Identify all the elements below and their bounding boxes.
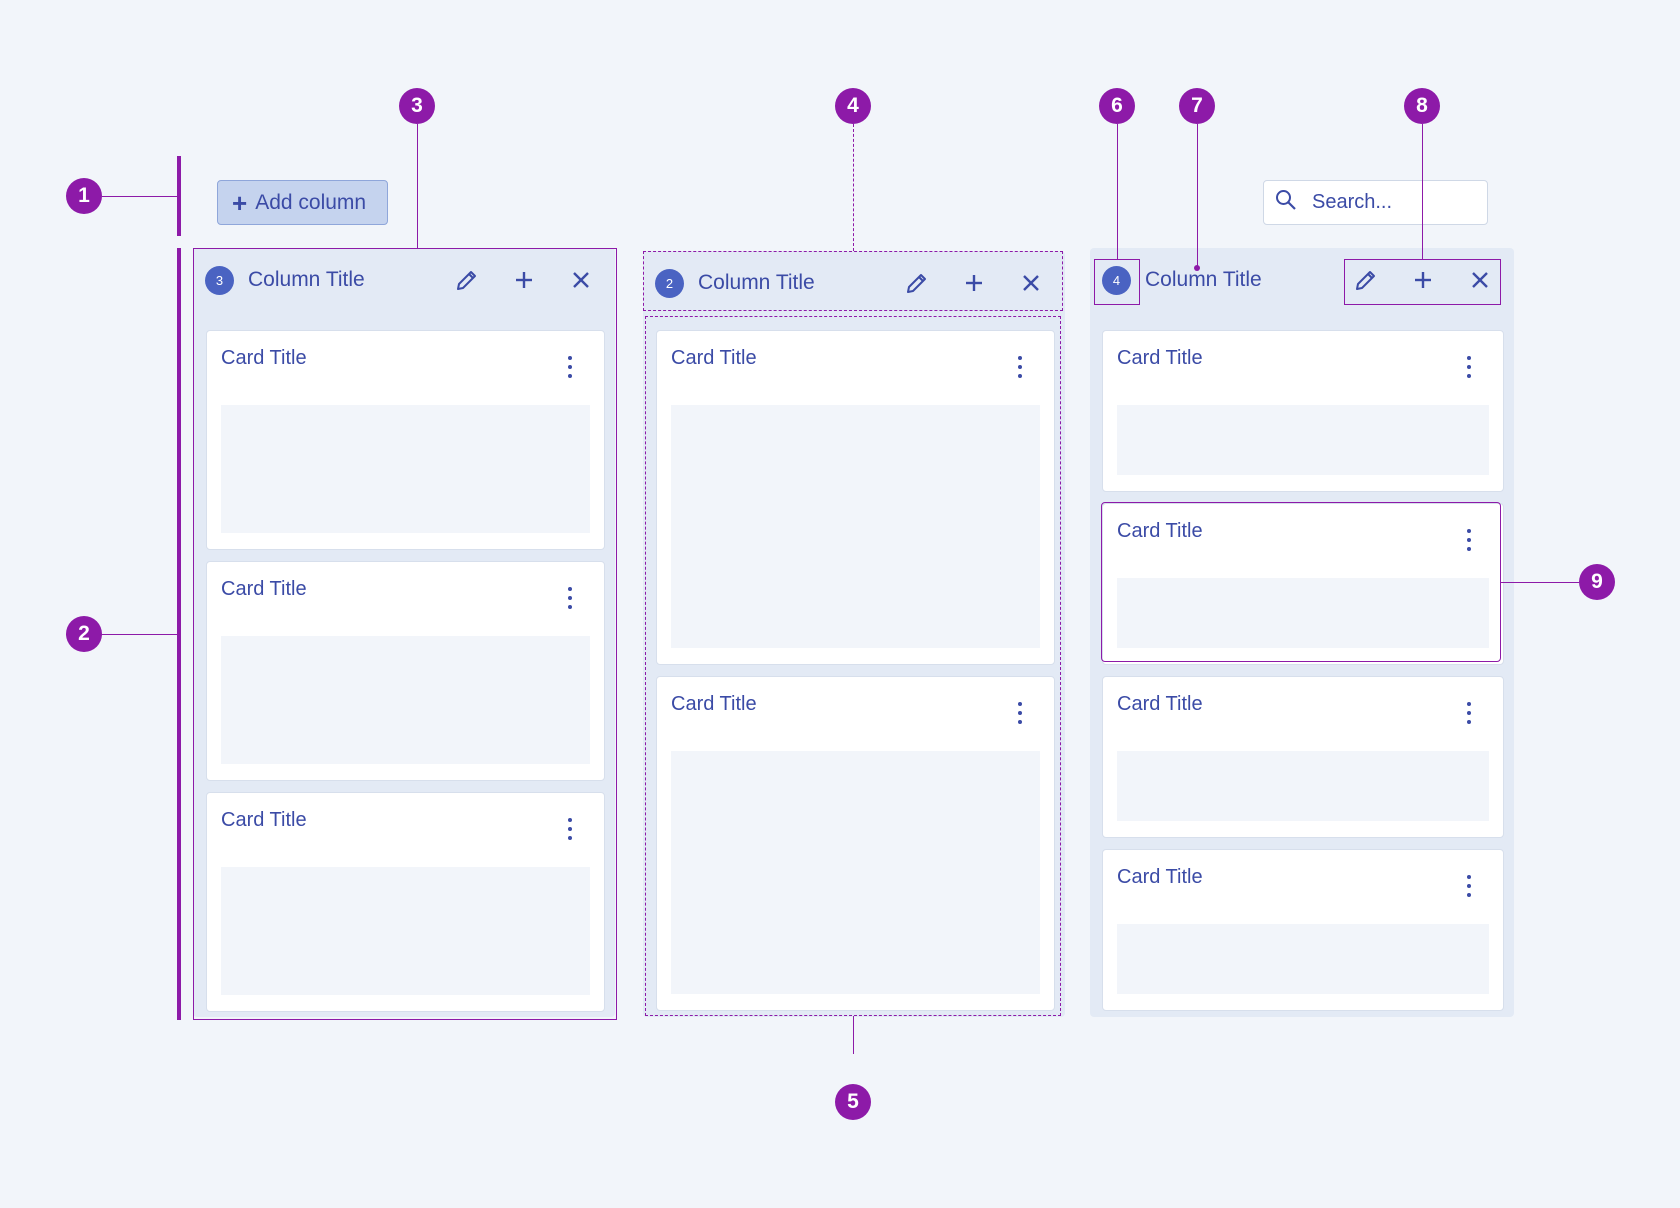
plus-icon: + — [232, 187, 248, 218]
card-content — [1117, 751, 1489, 821]
annotation-leader-3 — [417, 124, 418, 248]
search-icon — [1274, 188, 1298, 217]
annotation-dot-7 — [1194, 265, 1200, 271]
annotation-leader-1 — [102, 196, 177, 197]
annotation-marker-4: 4 — [835, 88, 871, 124]
column-title: Column Title — [1145, 268, 1262, 291]
column-header-highlight — [643, 251, 1063, 311]
toolbar-bracket — [177, 156, 181, 236]
card-title: Card Title — [1117, 347, 1203, 369]
annotation-marker-5: 5 — [835, 1084, 871, 1120]
annotation-leader-9 — [1501, 582, 1579, 583]
annotation-leader-6 — [1117, 124, 1118, 259]
card[interactable]: Card Title — [1102, 849, 1504, 1011]
search-box[interactable] — [1263, 180, 1488, 225]
board-bracket — [177, 248, 181, 1020]
annotation-marker-3: 3 — [399, 88, 435, 124]
column-body-highlight — [645, 316, 1061, 1016]
count-badge-highlight — [1094, 259, 1140, 305]
column-highlight — [193, 248, 617, 1020]
annotation-leader-7 — [1197, 124, 1198, 268]
card-highlight — [1101, 502, 1501, 662]
card-title: Card Title — [1117, 693, 1203, 715]
annotation-leader-8 — [1422, 124, 1423, 259]
annotation-marker-8: 8 — [1404, 88, 1440, 124]
annotation-marker-1: 1 — [66, 178, 102, 214]
card-title: Card Title — [1117, 866, 1203, 888]
annotation-leader-4 — [853, 124, 855, 251]
annotation-leader-2 — [102, 634, 177, 635]
card[interactable]: Card Title — [1102, 330, 1504, 492]
card-content — [1117, 924, 1489, 994]
add-column-button[interactable]: + Add column — [217, 180, 388, 225]
more-vertical-icon[interactable] — [1461, 872, 1477, 900]
annotation-marker-2: 2 — [66, 616, 102, 652]
column-actions-highlight — [1344, 259, 1501, 305]
annotation-marker-9: 9 — [1579, 564, 1615, 600]
annotation-marker-6: 6 — [1099, 88, 1135, 124]
card-content — [1117, 405, 1489, 475]
card[interactable]: Card Title — [1102, 676, 1504, 838]
more-vertical-icon[interactable] — [1461, 699, 1477, 727]
annotation-leader-5 — [853, 1016, 854, 1054]
more-vertical-icon[interactable] — [1461, 353, 1477, 381]
add-column-label: Add column — [255, 190, 367, 214]
annotation-marker-7: 7 — [1179, 88, 1215, 124]
search-input[interactable] — [1310, 190, 1464, 215]
